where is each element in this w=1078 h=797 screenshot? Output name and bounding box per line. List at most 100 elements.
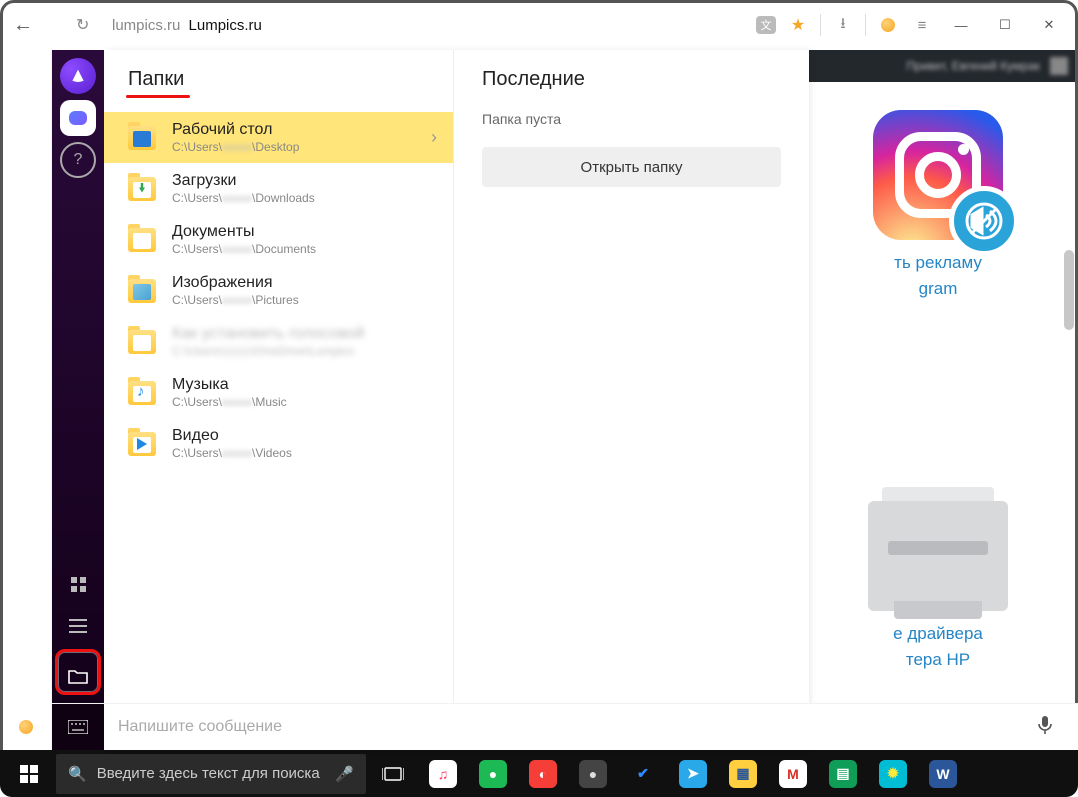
bookmark-star-icon[interactable]: ★ [786, 13, 810, 37]
address-bar[interactable]: lumpics.ru Lumpics.ru [112, 17, 262, 34]
folder-name: Как установить голосовой [172, 325, 365, 343]
article-link-2-line-a: е драйвера [838, 621, 1038, 647]
extension-icon[interactable] [876, 13, 900, 37]
folder-text: ИзображенияC:\Users\xxxxx\Pictures [172, 274, 299, 307]
taskbar-app-word[interactable]: W [920, 754, 966, 794]
taskbar-app-gmail[interactable]: M [770, 754, 816, 794]
folder-name: Музыка [172, 376, 287, 394]
recent-pane: Последние Папка пуста Открыть папку [454, 50, 809, 750]
article-teaser-1[interactable]: ть рекламу gram е драйвера тера HP [838, 110, 1038, 672]
start-button[interactable] [6, 754, 52, 794]
taskbar-app-keep[interactable]: ✹ [870, 754, 916, 794]
folder-path: C:\Users\xxxxx\Pictures [172, 293, 299, 307]
taskbar-app-spotify[interactable]: ● [470, 754, 516, 794]
no-ads-badge-icon [949, 186, 1019, 256]
browser-side-column [0, 50, 52, 750]
taskbar-app-pocketcasts[interactable]: ◐ [520, 754, 566, 794]
printer-icon [868, 501, 1008, 611]
taskbar-app-app-grey[interactable]: ● [570, 754, 616, 794]
folder-item-4[interactable]: Как установить голосовойC:\Users\xxxxx\O… [104, 316, 453, 367]
article-link-1-line-b: gram [838, 276, 1038, 302]
open-folder-button[interactable]: Открыть папку [482, 147, 781, 187]
windows-taskbar: 🔍 Введите здесь текст для поиска 🎤 ♫●◐●✔… [0, 750, 1078, 797]
taskbar-app-explorer[interactable]: ▦ [720, 754, 766, 794]
taskbar-app-sheets[interactable]: ▤ [820, 754, 866, 794]
alice-icon[interactable] [60, 58, 96, 94]
taskbar-app-todo[interactable]: ✔ [620, 754, 666, 794]
alice-input-bar [52, 703, 1078, 750]
folder-item-6[interactable]: ВидеоC:\Users\xxxxx\Videos [104, 418, 453, 469]
folders-list: Папки Рабочий столC:\Users\xxxxx\Desktop… [104, 50, 454, 750]
address-title: Lumpics.ru [189, 17, 262, 34]
separator [820, 14, 821, 36]
window-maximize[interactable]: ☐ [988, 8, 1022, 42]
annotation-highlight [55, 649, 101, 695]
folder-path: C:\Users\xxxxx\Music [172, 395, 287, 409]
extension-bottom-icon[interactable] [0, 703, 52, 750]
downloads-icon[interactable]: ⭳ [831, 13, 855, 37]
folder-icon [128, 432, 156, 456]
folder-text: ДокументыC:\Users\xxxxx\Documents [172, 223, 316, 256]
help-icon[interactable]: ? [60, 142, 96, 178]
folder-text: Как установить голосовойC:\Users\xxxxx\O… [172, 325, 365, 358]
folder-name: Документы [172, 223, 316, 241]
window-minimize[interactable]: — [944, 8, 978, 42]
browser-toolbar: ← → ↻ lumpics.ru Lumpics.ru 文 ★ ⭳ ≡ — ☐ … [0, 0, 1078, 50]
microphone-icon[interactable] [1038, 715, 1078, 740]
folder-path: C:\Users\xxxxx\Videos [172, 446, 292, 460]
folders-title: Папки [128, 68, 453, 91]
list-icon[interactable] [60, 608, 96, 644]
cortana-mic-icon[interactable]: 🎤 [335, 765, 354, 783]
folder-icon [128, 330, 156, 354]
folder-name: Видео [172, 427, 292, 445]
folder-icon [128, 381, 156, 405]
folder-item-1[interactable]: ЗагрузкиC:\Users\xxxxx\Downloads [104, 163, 453, 214]
folders-panel: Папки Рабочий столC:\Users\xxxxx\Desktop… [104, 50, 809, 750]
task-view-icon[interactable] [370, 754, 416, 794]
recent-title: Последние [482, 68, 781, 91]
chat-icon[interactable] [60, 100, 96, 136]
folder-name: Изображения [172, 274, 299, 292]
taskbar-search[interactable]: 🔍 Введите здесь текст для поиска 🎤 [56, 754, 366, 794]
article-link-1-line-a: ть рекламу [838, 250, 1038, 276]
alice-sidebar: ? [52, 50, 104, 750]
folder-path: C:\Users\xxxxx\Downloads [172, 191, 315, 205]
menu-icon[interactable]: ≡ [910, 13, 934, 37]
main-area: Привет, Евгений Кумрак ть рекламу gram е… [0, 50, 1078, 750]
window-close[interactable]: ✕ [1032, 8, 1066, 42]
folder-item-5[interactable]: МузыкаC:\Users\xxxxx\Music [104, 367, 453, 418]
keyboard-toggle-icon[interactable] [52, 704, 104, 750]
instagram-icon [873, 110, 1003, 240]
reload-button[interactable]: ↻ [76, 15, 96, 35]
folder-path: C:\Users\xxxxx\Documents [172, 242, 316, 256]
wp-user-area[interactable]: Привет, Евгений Кумрак [906, 57, 1068, 75]
scrollbar-thumb[interactable] [1064, 250, 1074, 330]
folder-text: ЗагрузкиC:\Users\xxxxx\Downloads [172, 172, 315, 205]
avatar-icon [1050, 57, 1068, 75]
folder-icon [128, 177, 156, 201]
chevron-right-icon: › [431, 127, 437, 148]
taskbar-app-telegram[interactable]: ➤ [670, 754, 716, 794]
annotation-underline [126, 95, 190, 98]
taskbar-app-itunes[interactable]: ♫ [420, 754, 466, 794]
translate-icon[interactable]: 文 [756, 16, 776, 34]
folder-item-3[interactable]: ИзображенияC:\Users\xxxxx\Pictures [104, 265, 453, 316]
folder-text: МузыкаC:\Users\xxxxx\Music [172, 376, 287, 409]
article-link-2-line-b: тера HP [838, 647, 1038, 673]
back-button[interactable]: ← [12, 14, 34, 37]
folder-item-0[interactable]: Рабочий столC:\Users\xxxxx\Desktop › [104, 112, 453, 163]
address-host: lumpics.ru [112, 17, 180, 34]
wp-user-text: Привет, Евгений Кумрак [906, 59, 1040, 73]
apps-grid-icon[interactable] [60, 566, 96, 602]
separator [865, 14, 866, 36]
recent-empty-text: Папка пуста [482, 111, 781, 127]
folder-name: Загрузки [172, 172, 315, 190]
taskbar-search-placeholder: Введите здесь текст для поиска [97, 765, 320, 782]
folder-item-2[interactable]: ДокументыC:\Users\xxxxx\Documents [104, 214, 453, 265]
alice-message-input[interactable] [104, 718, 1038, 736]
folder-path: C:\Users\xxxxx\Desktop [172, 140, 299, 154]
folder-text: ВидеоC:\Users\xxxxx\Videos [172, 427, 292, 460]
folder-name: Рабочий стол [172, 121, 299, 139]
folder-path: C:\Users\xxxxx\OneDrive\Lumpics [172, 344, 365, 358]
folder-text: Рабочий столC:\Users\xxxxx\Desktop [172, 121, 299, 154]
